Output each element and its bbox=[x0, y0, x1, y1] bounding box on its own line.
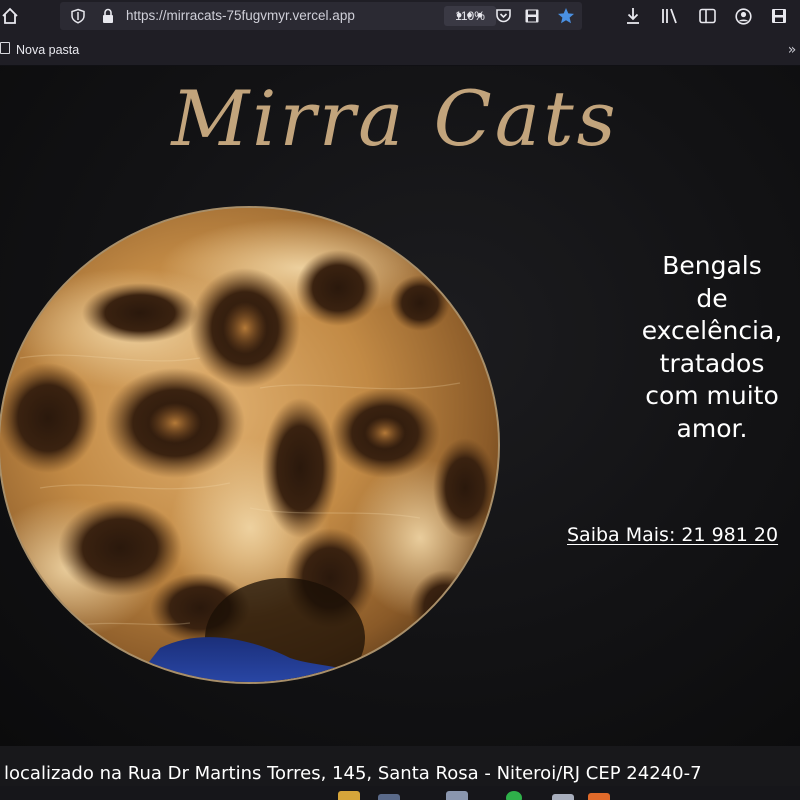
url-bar[interactable]: https://mirracats-75fugvmyr.vercel.app 1… bbox=[60, 2, 582, 30]
account-icon[interactable] bbox=[731, 4, 755, 28]
saiba-mais-link[interactable]: Saiba Mais: 21 981 20 bbox=[567, 524, 778, 546]
sidebar-icon[interactable] bbox=[695, 4, 719, 28]
footer-address: localizado na Rua Dr Martins Torres, 145… bbox=[4, 763, 702, 784]
file-explorer-icon[interactable] bbox=[338, 791, 360, 800]
app-icon[interactable] bbox=[378, 794, 400, 800]
browser-toolbar: https://mirracats-75fugvmyr.vercel.app 1… bbox=[0, 0, 800, 32]
star-icon[interactable] bbox=[554, 4, 578, 28]
home-icon[interactable] bbox=[0, 4, 22, 28]
save-icon[interactable] bbox=[520, 4, 544, 28]
extension-icon[interactable] bbox=[767, 4, 791, 28]
tagline-line: de bbox=[696, 283, 728, 313]
hero-image-bengal-fur bbox=[0, 206, 500, 684]
os-taskbar bbox=[0, 786, 800, 800]
download-icon[interactable] bbox=[621, 4, 645, 28]
site-title: Mirra Cats bbox=[171, 74, 619, 163]
app-icon[interactable] bbox=[446, 791, 468, 800]
tagline-line: tratados bbox=[659, 348, 765, 378]
shield-icon[interactable] bbox=[66, 4, 90, 28]
bookmarks-toolbar: Nova pasta » bbox=[0, 32, 800, 66]
folder-icon bbox=[0, 42, 10, 54]
page-content: Mirra Cats Bengals de excelência, tratad… bbox=[0, 66, 800, 746]
tagline-line: excelência, bbox=[641, 316, 783, 345]
app-icon[interactable] bbox=[588, 793, 610, 800]
tagline-line: amor. bbox=[676, 413, 748, 443]
tagline-line: com muito bbox=[645, 381, 779, 410]
chevron-right-icon[interactable]: » bbox=[780, 38, 800, 62]
more-icon[interactable]: ••• bbox=[454, 4, 484, 28]
tagline: Bengals de excelência, tratados com muit… bbox=[612, 250, 800, 445]
bookmark-folder-nova-pasta[interactable]: Nova pasta bbox=[16, 43, 79, 57]
whatsapp-icon[interactable] bbox=[506, 791, 522, 800]
library-icon[interactable] bbox=[658, 4, 682, 28]
url-fade bbox=[370, 6, 440, 26]
app-icon[interactable] bbox=[552, 794, 574, 800]
lock-icon[interactable] bbox=[96, 4, 120, 28]
tagline-line: Bengals bbox=[662, 251, 762, 280]
pocket-icon[interactable] bbox=[491, 4, 515, 28]
